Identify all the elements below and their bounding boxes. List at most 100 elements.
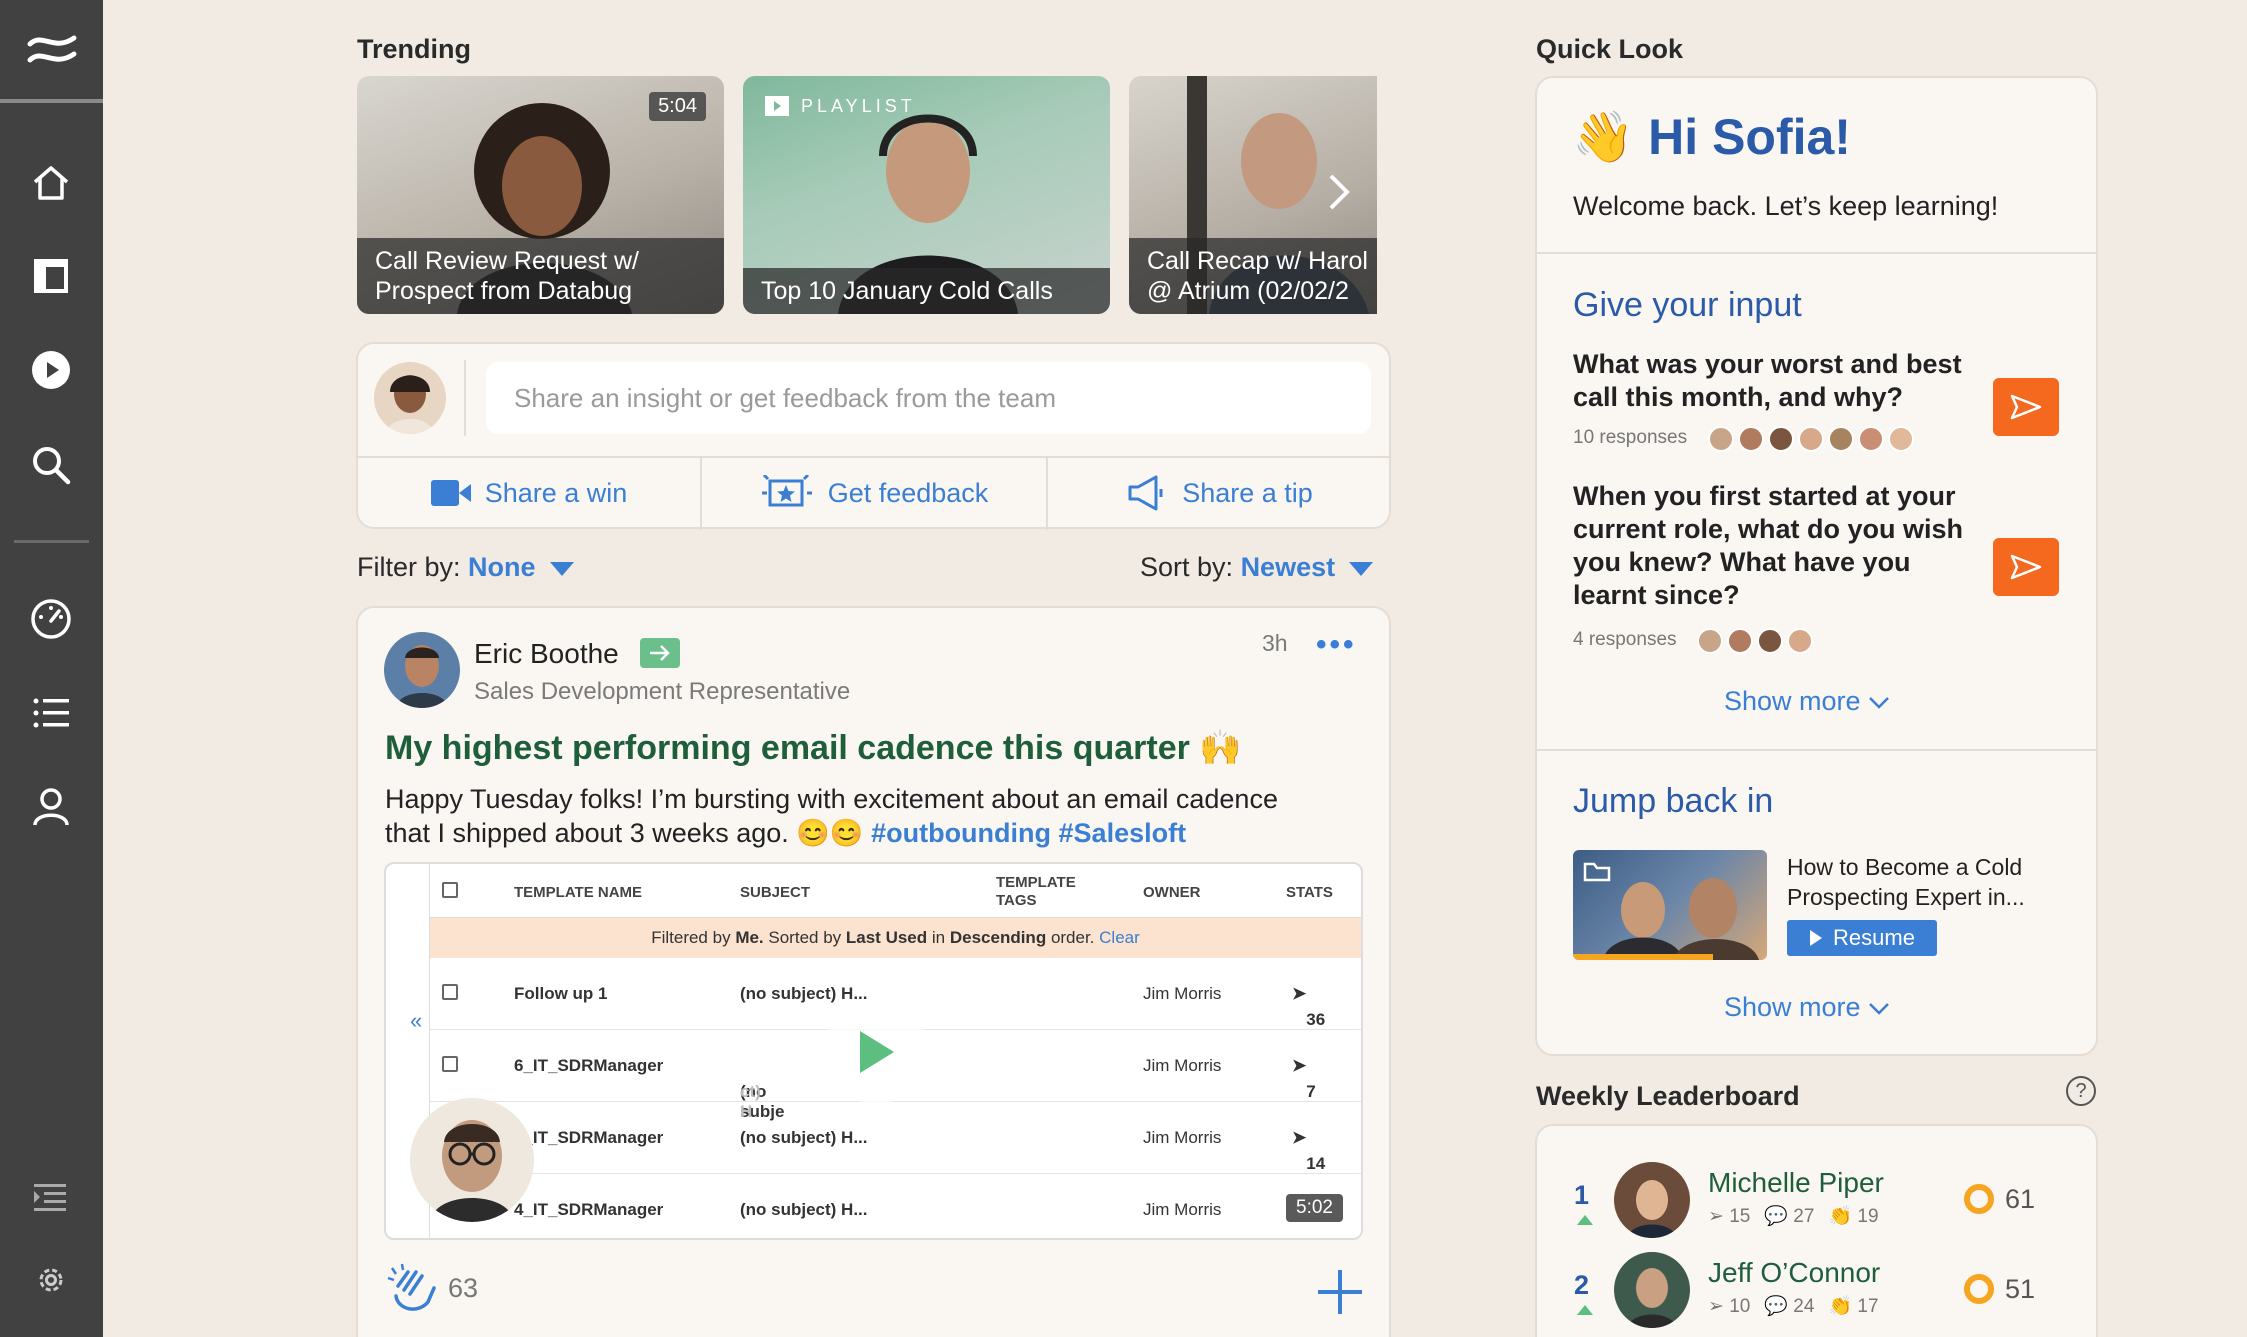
chevron-right-icon[interactable] [1327,172,1351,217]
gear-icon[interactable] [22,1251,80,1309]
trending-caption: Call Recap w/ Harol @ Atrium (02/02/2 [1129,238,1377,314]
collapse-icon[interactable]: « [410,1008,422,1034]
rank: 1 [1574,1180,1590,1210]
jump-back-title: Jump back in [1573,782,1774,820]
composer-divider [464,360,466,436]
post-body: Happy Tuesday folks! I’m bursting with e… [385,784,1278,848]
trending-card[interactable]: Call Recap w/ Harol @ Atrium (02/02/2 [1129,76,1377,314]
points-icon [1964,1274,1994,1304]
give-input-title: Give your input [1573,286,1802,324]
send-icon: ➢ [1708,1295,1724,1317]
author-avatar[interactable] [384,632,460,708]
show-more-button[interactable]: Show more [1724,992,1890,1023]
sidebar-divider [14,540,89,543]
rank-up-icon [1577,1215,1593,1225]
list-icon[interactable] [22,684,80,742]
leader-stats: ➢ 15 💬 27 👏 19 [1708,1205,1879,1228]
table-row: 5_IT_SDRManager (no subject) H... Jim Mo… [430,1102,1361,1174]
share-tip-button[interactable]: Share a tip [1048,458,1391,528]
get-feedback-button[interactable]: Get feedback [702,458,1046,528]
chevron-down-icon [1869,1003,1889,1015]
trending-title: Trending [357,34,471,64]
play-icon [1810,930,1823,946]
duration-badge: 5:04 [649,92,706,121]
megaphone-icon [1128,475,1163,511]
clap-icon [387,1263,436,1311]
presenter-bubble [410,1098,534,1222]
welcome-text: Welcome back. Let’s keep learning! [1573,191,1999,221]
video-player[interactable]: « TEMPLATE NAME SUBJECT TEMPLATE TAGS OW… [384,862,1363,1240]
send-answer-button[interactable] [1993,378,2059,436]
play-button[interactable] [824,1000,928,1104]
video-camera-icon [430,480,471,506]
question-2[interactable]: When you first started at your current ro… [1573,480,1963,612]
avatar [1614,1162,1690,1238]
leader-name: Michelle Piper [1708,1167,1884,1198]
course-title[interactable]: How to Become a Cold Prospecting Expert i… [1787,852,2025,912]
video-duration: 5:02 [1286,1194,1343,1222]
avatar [1614,1252,1690,1328]
send-icon [2010,394,2042,420]
add-icon[interactable] [1316,1268,1364,1321]
insight-input[interactable]: Share an insight or get feedback from th… [486,362,1371,434]
chevron-down-icon [1869,697,1889,709]
section-divider [1537,749,2096,751]
sort-dropdown[interactable]: Sort by: Newest [1140,552,1374,583]
avatar [374,362,446,434]
help-icon[interactable]: ? [2066,1076,2096,1106]
layout-icon[interactable] [22,247,80,305]
table-row: 4_IT_SDRManager (no subject) H... Jim Mo… [514,1200,1222,1219]
dashboard-icon[interactable] [22,590,80,648]
playlist-badge: PLAYLIST [763,94,916,118]
play-icon [860,1031,894,1073]
send-answer-button[interactable] [1993,538,2059,596]
author-name[interactable]: Eric Boothe [474,638,619,670]
feedback-icon [761,475,812,507]
post-title: My highest performing email cadence this… [385,729,1242,767]
points: 51 [2005,1274,2036,1304]
sidebar [0,0,103,1337]
trending-caption: Call Review Request w/Prospect from Data… [357,238,724,314]
leader-stats: ➢ 10 💬 24 👏 17 [1708,1295,1879,1318]
post-time: 3h [1262,630,1288,656]
section-divider [1537,252,2096,254]
course-thumbnail[interactable] [1573,850,1767,960]
playlist-icon [765,96,789,116]
leader-name: Jeff O’Connor [1708,1257,1881,1288]
filter-bar: Filtered by Me. Sorted by Last Used in D… [430,918,1361,958]
row-checkbox [442,1056,458,1072]
send-icon [2010,554,2042,580]
menu-icon[interactable] [22,1168,80,1226]
logo-icon[interactable] [0,0,103,103]
play-icon[interactable] [22,341,80,399]
user-icon[interactable] [22,778,80,836]
show-more-button[interactable]: Show more [1724,686,1890,717]
post-hashtags[interactable]: #outbounding #Salesloft [871,818,1186,848]
select-all-checkbox[interactable] [442,882,458,898]
home-icon[interactable] [22,154,80,212]
quick-look-title: Quick Look [1536,34,1684,64]
trending-caption: Top 10 January Cold Calls [743,268,1110,314]
row-checkbox [442,984,458,1000]
question-1[interactable]: What was your worst and best call this mo… [1573,348,1962,414]
author-role: Sales Development Representative [474,678,851,705]
greeting: 👋 Hi Sofia! [1572,109,1851,165]
trending-card[interactable]: PLAYLIST Top 10 January Cold Calls [743,76,1110,314]
search-icon[interactable] [22,436,80,494]
share-win-button[interactable]: Share a win [358,458,700,528]
more-options-icon[interactable]: ••• [1316,628,1357,662]
trending-card[interactable]: 5:04 Call Review Request w/Prospect from… [357,76,724,314]
comment-icon: 💬 [1764,1206,1789,1227]
rank: 2 [1574,1270,1590,1300]
clear-filter-link[interactable]: Clear [1099,928,1140,948]
resume-button[interactable]: Resume [1787,920,1937,956]
chevron-down-icon [1349,561,1374,576]
rank-up-icon [1577,1305,1593,1315]
responses-2: 4 responses [1573,628,1813,654]
clap-button[interactable]: 63 [384,1260,478,1316]
filter-dropdown[interactable]: Filter by: None [357,552,574,583]
points: 61 [2005,1184,2036,1214]
responses-1: 10 responses [1573,426,1914,452]
table-header: TEMPLATE NAME SUBJECT TEMPLATE TAGS OWNE… [430,864,1361,918]
folder-icon [1583,862,1611,882]
